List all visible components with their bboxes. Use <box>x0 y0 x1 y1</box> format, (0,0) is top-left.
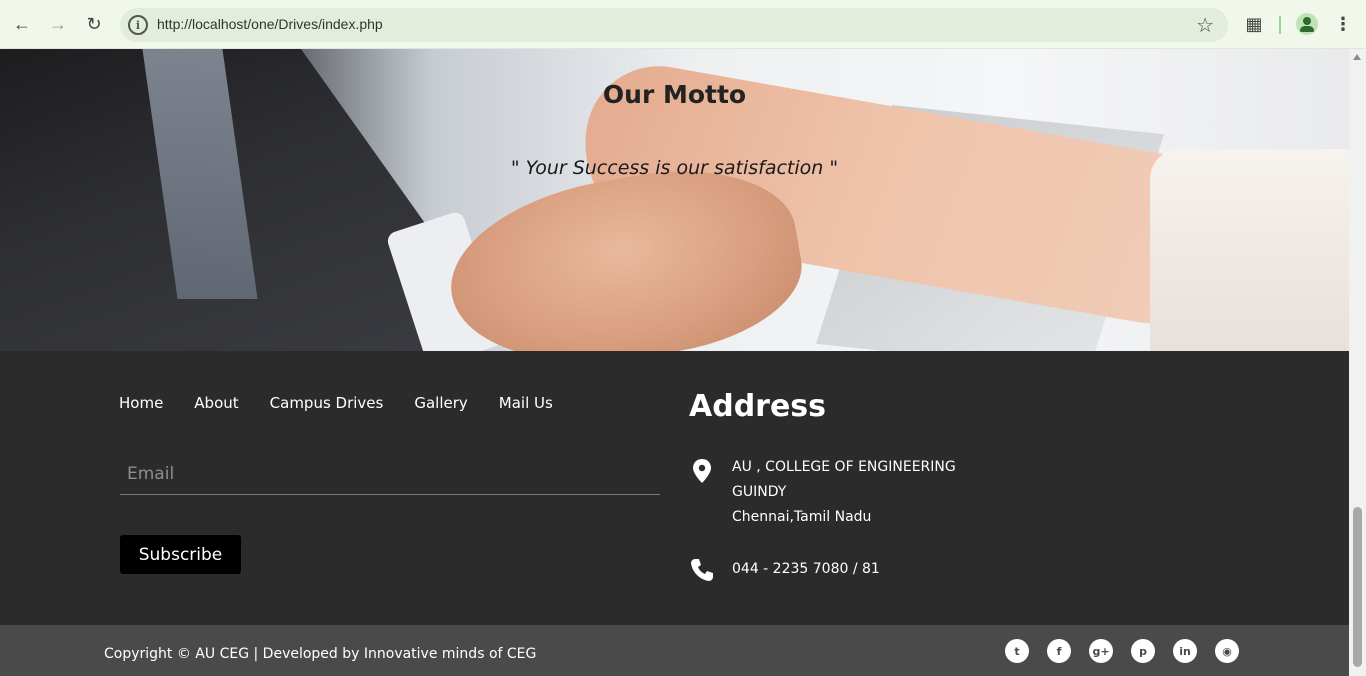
subscribe-button[interactable]: Subscribe <box>120 535 241 574</box>
phone-number: 044 - 2235 7080 / 81 <box>732 561 880 577</box>
scroll-up-arrow-icon[interactable] <box>1353 54 1361 60</box>
email-field[interactable] <box>120 454 660 494</box>
dribbble-icon[interactable]: ◉ <box>1215 639 1239 663</box>
site-info-icon[interactable]: i <box>128 15 148 35</box>
email-field-wrapper <box>120 454 660 495</box>
motto-title: Our Motto <box>602 80 747 109</box>
more-menu-icon[interactable]: ⋮ <box>1334 12 1352 36</box>
reload-icon[interactable]: ↻ <box>82 12 106 36</box>
bookmark-star-icon[interactable]: ☆ <box>1196 13 1214 38</box>
back-arrow-icon[interactable]: ← <box>10 12 34 36</box>
address-line: AU , COLLEGE OF ENGINEERING <box>732 459 956 475</box>
motto-text: " Your Success is our satisfaction " <box>510 157 839 179</box>
browser-toolbar: ← → ↻ i http://localhost/one/Drives/inde… <box>0 0 1366 49</box>
address-line: GUINDY <box>732 484 787 500</box>
google-plus-icon[interactable]: g+ <box>1089 639 1113 663</box>
footer-link-mail-us[interactable]: Mail Us <box>499 394 553 412</box>
address-block: AU , COLLEGE OF ENGINEERING GUINDY Chenn… <box>732 455 956 530</box>
url-text[interactable]: http://localhost/one/Drives/index.php <box>157 16 383 32</box>
twitter-icon[interactable]: t <box>1005 639 1029 663</box>
footer-link-gallery[interactable]: Gallery <box>414 394 467 412</box>
footer-link-campus-drives[interactable]: Campus Drives <box>270 394 384 412</box>
social-links: t f g+ p in ◉ <box>1005 639 1239 663</box>
page-scrollbar[interactable] <box>1349 49 1366 676</box>
extensions-icon[interactable]: ▦ <box>1242 12 1266 36</box>
handshake-image-sleeve <box>1150 149 1349 351</box>
motto-hero-banner: Our Motto " Your Success is our satisfac… <box>0 49 1349 351</box>
linkedin-icon[interactable]: in <box>1173 639 1197 663</box>
footer-link-home[interactable]: Home <box>119 394 163 412</box>
site-footer: Home About Campus Drives Gallery Mail Us… <box>0 351 1349 625</box>
copyright-text: Copyright © AU CEG | Developed by Innova… <box>104 646 537 662</box>
scrollbar-thumb[interactable] <box>1353 507 1362 667</box>
pinterest-icon[interactable]: p <box>1131 639 1155 663</box>
facebook-icon[interactable]: f <box>1047 639 1071 663</box>
address-bar[interactable]: i http://localhost/one/Drives/index.php … <box>120 8 1228 42</box>
footer-bottom-bar: Copyright © AU CEG | Developed by Innova… <box>0 625 1349 676</box>
address-line: Chennai,Tamil Nadu <box>732 509 872 525</box>
toolbar-divider <box>1279 16 1281 34</box>
footer-nav: Home About Campus Drives Gallery Mail Us <box>119 394 553 412</box>
profile-avatar-icon[interactable] <box>1296 13 1318 35</box>
forward-arrow-icon[interactable]: → <box>46 12 70 36</box>
footer-link-about[interactable]: About <box>194 394 238 412</box>
phone-icon <box>691 559 713 581</box>
location-pin-icon <box>693 459 711 483</box>
address-heading: Address <box>689 389 827 424</box>
